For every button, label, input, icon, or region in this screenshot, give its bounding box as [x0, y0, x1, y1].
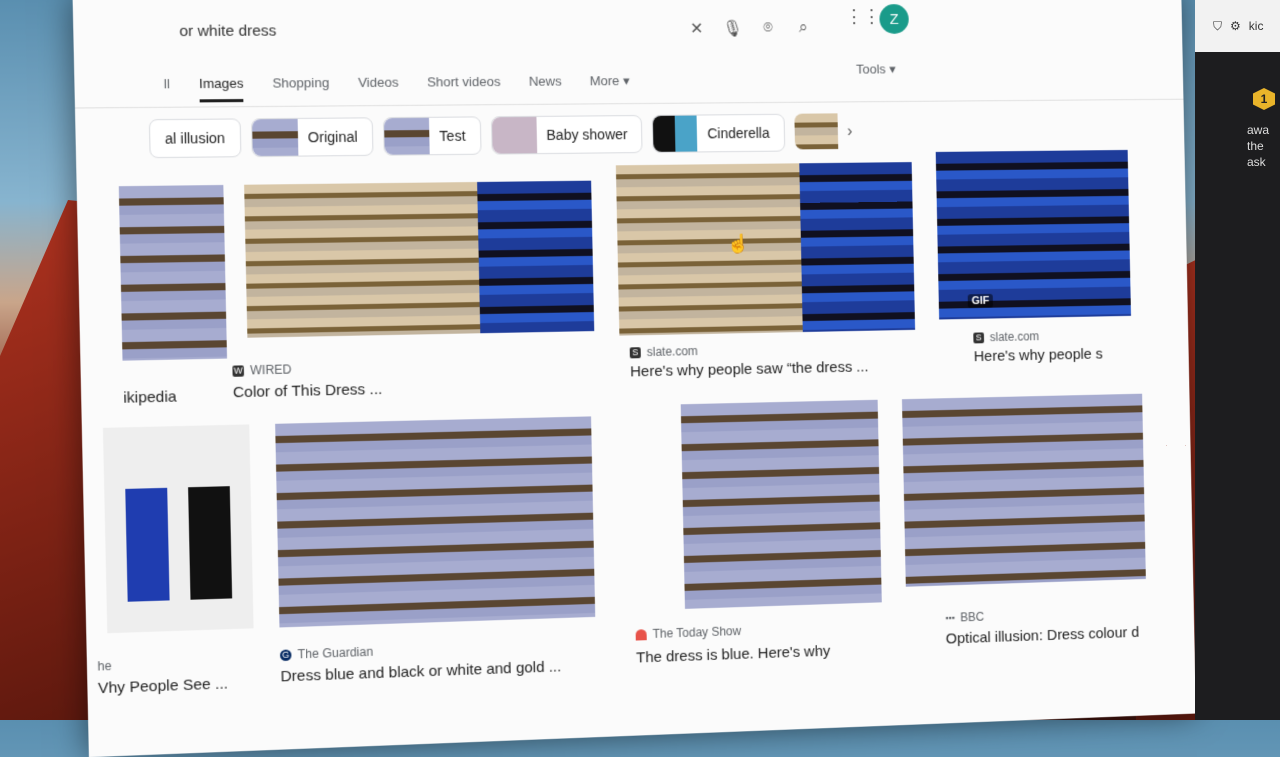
side-text-line: ask: [1247, 155, 1266, 169]
chip-thumbnail: [383, 117, 430, 155]
filter-chips: al illusion Original Test Baby shower Ci…: [148, 113, 853, 159]
result-title[interactable]: Optical illusion: Dress colour d: [946, 624, 1140, 647]
image-result-4[interactable]: [935, 149, 1132, 320]
today-show-logo-icon: [635, 628, 647, 641]
chip-thumbnail: [793, 113, 838, 150]
tab-news[interactable]: News: [529, 74, 562, 100]
tab-images[interactable]: Images: [198, 75, 244, 103]
search-input[interactable]: or white dress: [173, 20, 679, 40]
slate-logo-icon: S: [973, 331, 985, 343]
result-source: The Today Show: [635, 623, 742, 642]
chip-label: Test: [439, 127, 466, 145]
chip-thumbnail: [653, 115, 698, 152]
side-window-text: awa the ask: [1195, 110, 1280, 170]
mouse-cursor-icon: ☝: [726, 233, 750, 254]
result-title[interactable]: Here's why people saw “the dress ...: [630, 358, 869, 380]
bbc-logo-icon: ▪▪▪: [945, 612, 955, 623]
side-window-tabbar: ⛉ ⚙ kic: [1195, 0, 1280, 52]
image-result-3[interactable]: [615, 162, 916, 336]
tab-short-videos[interactable]: Short videos: [427, 74, 501, 101]
side-window-tab[interactable]: kic: [1249, 19, 1264, 33]
search-tabs: ll Images Shopping Videos Short videos N…: [164, 73, 630, 103]
clear-icon[interactable]: ✕: [679, 19, 715, 39]
dress-thumbnail: [361, 181, 480, 336]
result-source: ▪▪▪ BBC: [945, 610, 984, 625]
tab-shopping[interactable]: Shopping: [272, 75, 329, 102]
result-title[interactable]: ikipedia: [123, 388, 177, 407]
tools-label: Tools: [855, 61, 886, 77]
chip-thumbnail: [491, 116, 537, 154]
avatar[interactable]: Z: [879, 4, 909, 34]
guardian-logo-icon: G: [279, 648, 292, 661]
image-result-8[interactable]: [901, 393, 1146, 587]
tools-button[interactable]: Tools ▾: [856, 61, 896, 77]
screen: or white dress ✕ 🎙 ⌾ ⌕ ⋮⋮⋮ Z ll Images S…: [0, 0, 1280, 757]
gif-badge: GIF: [967, 293, 994, 309]
side-window: ⛉ ⚙ kic 1 awa the ask: [1195, 0, 1280, 720]
dress-thumbnail: [476, 180, 595, 334]
image-result-6[interactable]: [275, 416, 596, 628]
dress-thumbnail: [615, 163, 803, 336]
tab-more-label: More: [589, 73, 620, 89]
result-title[interactable]: The dress is blue. Here's why: [636, 643, 830, 667]
microphone-icon[interactable]: 🎙: [714, 19, 750, 39]
result-source: W WIRED: [232, 362, 292, 378]
chip-baby-shower[interactable]: Baby shower: [490, 115, 644, 155]
source-label: BBC: [960, 609, 985, 625]
chip-cinderella[interactable]: Cinderella: [652, 113, 785, 153]
source-label: The Guardian: [297, 644, 374, 662]
mannequin-black-dress: [188, 486, 233, 600]
search-icon[interactable]: ⌕: [785, 19, 821, 37]
source-label: slate.com: [646, 344, 698, 360]
tab-videos[interactable]: Videos: [358, 75, 399, 102]
source-label: WIRED: [249, 362, 292, 378]
chip-test[interactable]: Test: [382, 116, 482, 156]
dress-thumbnail: [798, 162, 916, 333]
tab-all[interactable]: ll: [164, 76, 171, 103]
result-title[interactable]: Vhy People See ...: [98, 675, 228, 697]
chip-more[interactable]: [793, 113, 838, 150]
chip-label: Baby shower: [546, 126, 628, 143]
image-result-7[interactable]: [680, 399, 882, 609]
chip-original[interactable]: Original: [250, 117, 374, 158]
result-title[interactable]: Color of This Dress ...: [233, 381, 383, 402]
side-text-line: the: [1247, 139, 1264, 153]
chevron-down-icon: ▾: [889, 61, 896, 77]
source-label: slate.com: [989, 329, 1040, 345]
side-text-line: awa: [1247, 123, 1270, 137]
chip-illusion[interactable]: al illusion: [148, 118, 242, 159]
mannequin-blue-dress: [125, 487, 170, 602]
wired-logo-icon: W: [232, 364, 245, 377]
camera-search-icon[interactable]: ⌾: [750, 19, 786, 37]
chip-label: Original: [307, 128, 358, 146]
hexagon-badge: 1: [1253, 88, 1275, 110]
slate-logo-icon: S: [629, 346, 641, 358]
result-source: Sslate.com: [973, 329, 1039, 344]
result-source: G The Guardian: [279, 644, 374, 662]
image-result-2[interactable]: [244, 180, 595, 338]
image-result-1[interactable]: [118, 184, 228, 361]
image-result-5[interactable]: [102, 424, 254, 634]
result-title[interactable]: Here's why people s: [974, 346, 1103, 365]
settings-icon: ⚙: [1230, 19, 1241, 33]
result-source: Sslate.com: [629, 344, 698, 360]
chevron-down-icon: ▾: [622, 73, 630, 89]
shield-icon: ⛉: [1213, 18, 1223, 33]
chip-thumbnail: [251, 118, 298, 157]
dress-thumbnail: [244, 183, 365, 338]
tab-more[interactable]: More ▾: [590, 73, 630, 99]
result-source: he: [97, 658, 112, 674]
result-title[interactable]: Dress blue and black or white and gold .…: [280, 658, 561, 685]
browser-page: or white dress ✕ 🎙 ⌾ ⌕ ⋮⋮⋮ Z ll Images S…: [72, 0, 1196, 757]
chip-label: Cinderella: [707, 124, 770, 142]
chevron-right-icon[interactable]: ›: [847, 123, 853, 141]
source-label: The Today Show: [652, 623, 742, 641]
chip-label: al illusion: [164, 129, 226, 147]
search-bar[interactable]: or white dress ✕ 🎙 ⌾ ⌕: [173, 8, 822, 51]
